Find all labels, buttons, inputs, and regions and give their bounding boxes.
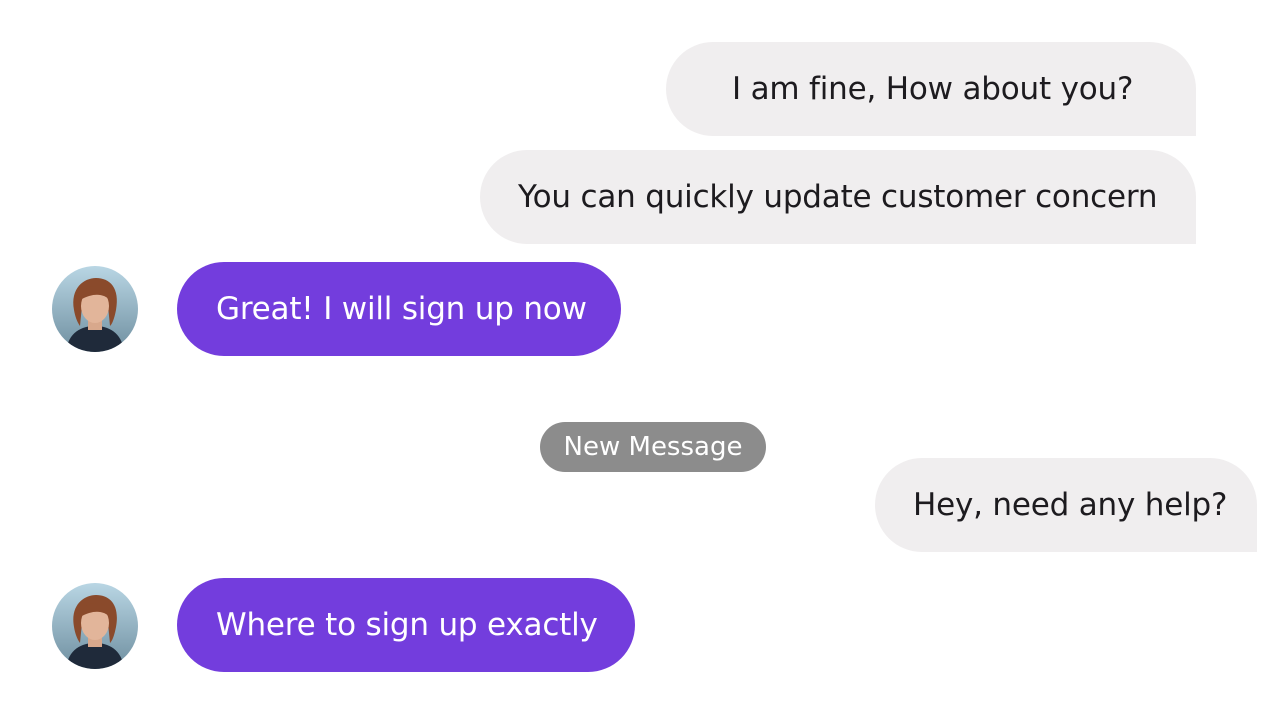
divider-label: New Message (563, 432, 743, 462)
avatar-photo-icon (52, 583, 138, 669)
avatar[interactable] (52, 266, 138, 352)
message-bubble-incoming[interactable]: Where to sign up exactly (177, 578, 635, 672)
message-text: Great! I will sign up now (216, 291, 587, 327)
message-bubble-incoming[interactable]: Great! I will sign up now (177, 262, 621, 356)
avatar-photo-icon (52, 266, 138, 352)
message-bubble-outgoing[interactable]: You can quickly update customer concern (480, 150, 1196, 244)
chat-thread: I am fine, How about you? You can quickl… (0, 0, 1280, 720)
message-text: Where to sign up exactly (216, 607, 598, 643)
message-bubble-outgoing[interactable]: Hey, need any help? (875, 458, 1257, 552)
message-bubble-outgoing[interactable]: I am fine, How about you? (666, 42, 1196, 136)
avatar[interactable] (52, 583, 138, 669)
message-text: You can quickly update customer concern (518, 179, 1158, 215)
new-message-divider: New Message (540, 422, 766, 472)
message-text: Hey, need any help? (913, 487, 1228, 523)
message-text: I am fine, How about you? (732, 71, 1134, 107)
